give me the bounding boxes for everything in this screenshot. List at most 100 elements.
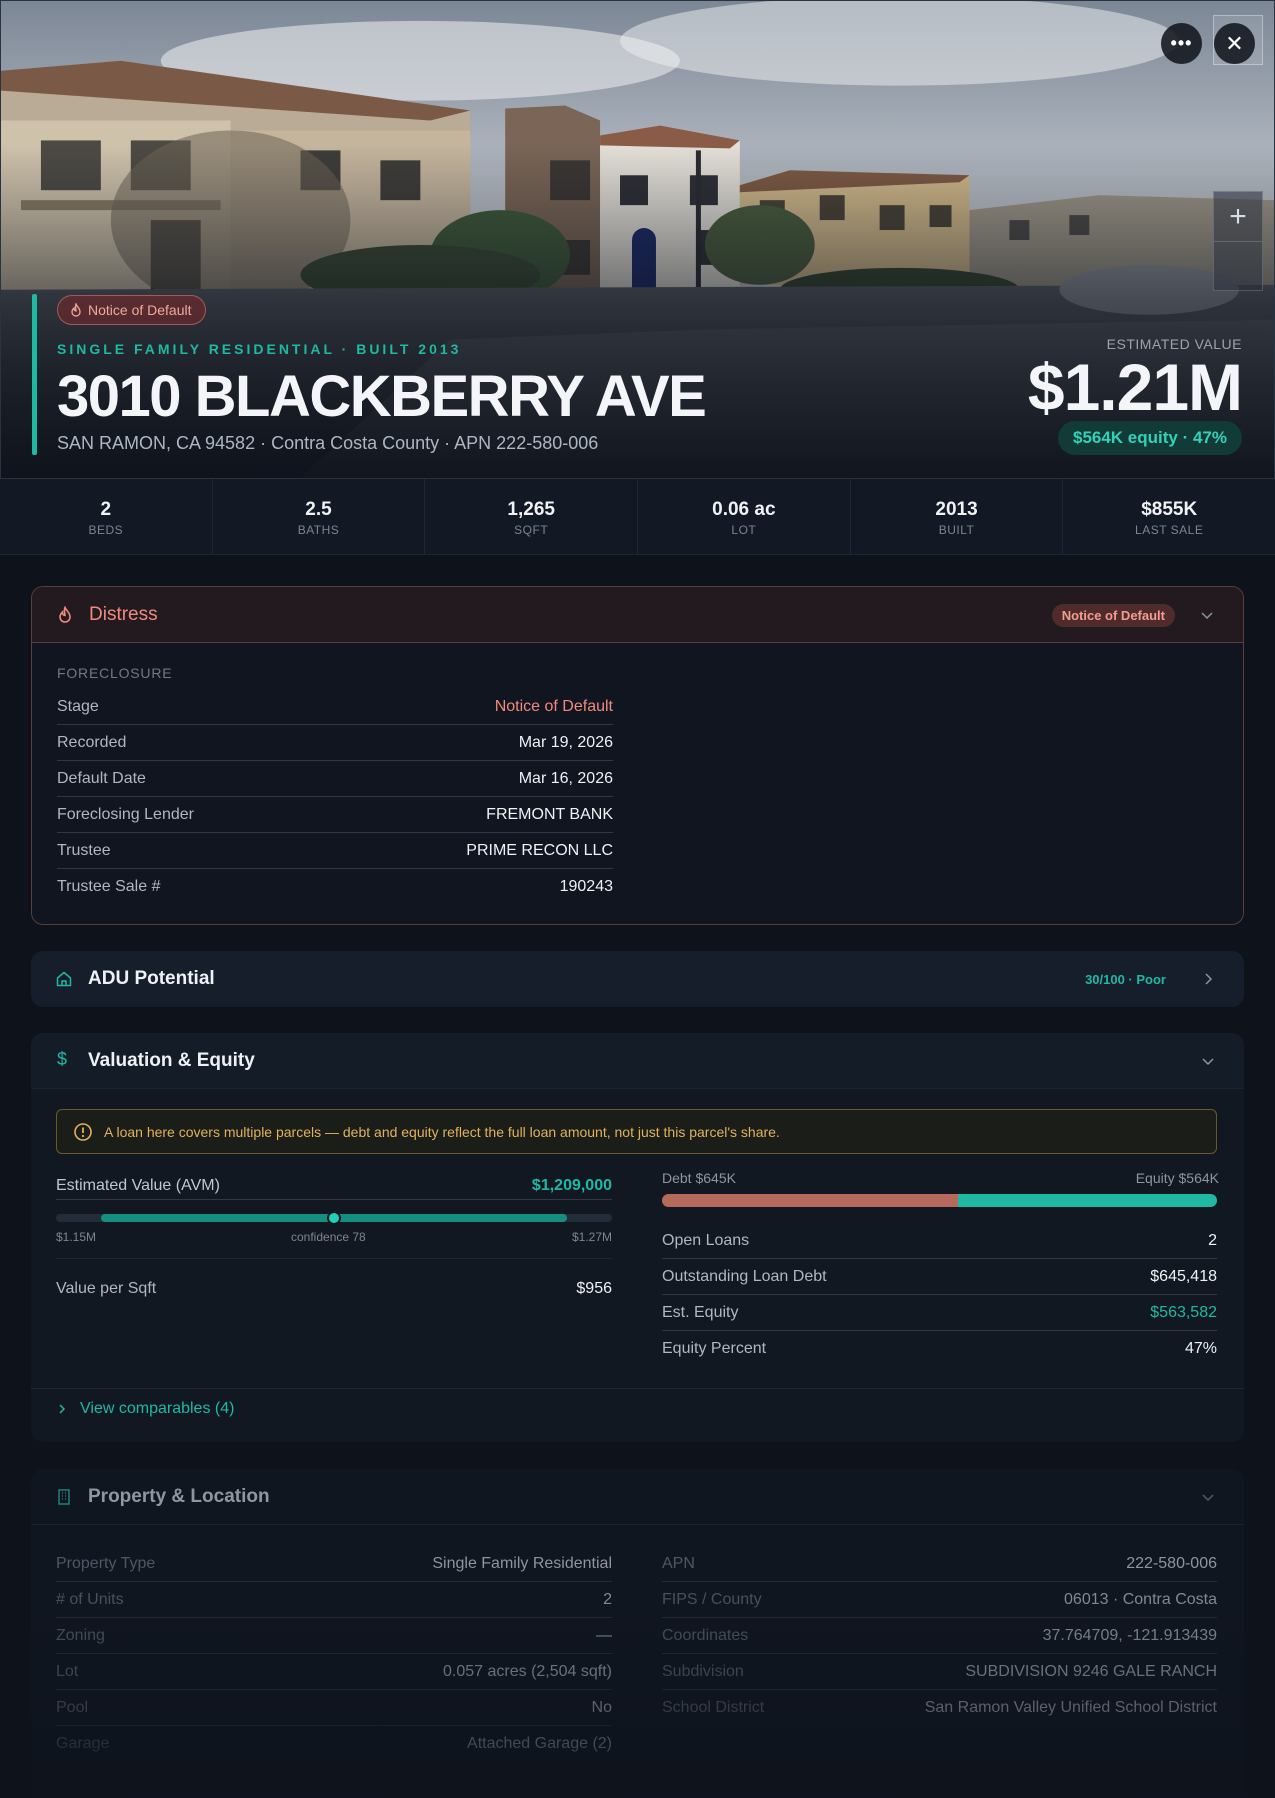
stat-last-sale: $855K LAST SALE bbox=[1063, 479, 1275, 554]
row-value: $563,582 bbox=[1150, 1303, 1217, 1321]
hero-section: ••• ✕ + Notice of Default SINGLE FAMILY … bbox=[0, 0, 1275, 479]
row-value: PRIME RECON LLC bbox=[466, 841, 613, 859]
row-key: Garage bbox=[56, 1735, 110, 1752]
debt-equity-bar bbox=[662, 1194, 1217, 1207]
more-options-button[interactable]: ••• bbox=[1161, 23, 1202, 64]
row-value: $956 bbox=[576, 1280, 612, 1297]
prop-row-pool: Pool No bbox=[56, 1690, 612, 1726]
prop-row-type: Property Type Single Family Residential bbox=[56, 1546, 612, 1582]
row-value: 0.057 acres (2,504 sqft) bbox=[443, 1662, 612, 1680]
distress-row-trustee: Trustee PRIME RECON LLC bbox=[57, 833, 613, 869]
loan-debt-row: Outstanding Loan Debt $645,418 bbox=[662, 1259, 1217, 1295]
distress-row-default-date: Default Date Mar 16, 2026 bbox=[57, 761, 613, 797]
divider bbox=[31, 1388, 1244, 1389]
prop-row-subdivision: Subdivision SUBDIVISION 9246 GALE RANCH bbox=[662, 1654, 1217, 1690]
distress-row-lender: Foreclosing Lender FREMONT BANK bbox=[57, 797, 613, 833]
close-button[interactable]: ✕ bbox=[1214, 23, 1255, 64]
zoom-out-button[interactable] bbox=[1214, 243, 1262, 291]
row-key: Value per Sqft bbox=[56, 1280, 157, 1297]
distress-row-stage: Stage Notice of Default bbox=[57, 689, 613, 725]
chevron-down-icon[interactable] bbox=[1199, 607, 1215, 623]
distress-row-sale-number: Trustee Sale # 190243 bbox=[57, 869, 613, 905]
estimated-value: $1.21M bbox=[1027, 350, 1243, 424]
prop-row-garage: Garage Attached Garage (2) bbox=[56, 1726, 612, 1762]
equity-label: Equity $564K bbox=[1135, 1170, 1219, 1186]
valuation-header[interactable]: $ Valuation & Equity bbox=[31, 1033, 1244, 1089]
multi-parcel-alert: A loan here covers multiple parcels — de… bbox=[56, 1109, 1217, 1154]
avm-range-track bbox=[56, 1211, 612, 1225]
equity-segment bbox=[958, 1194, 1217, 1207]
row-value: 222-580-006 bbox=[1126, 1554, 1217, 1572]
distress-card: Distress Notice of Default FORECLOSURE S… bbox=[31, 586, 1244, 925]
row-key: School District bbox=[662, 1699, 765, 1716]
row-value: 37.764709, -121.913439 bbox=[1042, 1626, 1217, 1644]
dollar-icon: $ bbox=[57, 1049, 68, 1069]
distress-header[interactable]: Distress Notice of Default bbox=[32, 587, 1243, 643]
stat-label: BUILT bbox=[938, 523, 975, 537]
row-key: Equity Percent bbox=[662, 1340, 767, 1357]
stat-label: BEDS bbox=[88, 523, 124, 537]
prop-row-zoning: Zoning — bbox=[56, 1618, 612, 1654]
stat-label: LAST SALE bbox=[1135, 523, 1204, 537]
row-value: Attached Garage (2) bbox=[467, 1735, 612, 1752]
home-icon bbox=[56, 971, 72, 987]
stat-value: 0.06 ac bbox=[712, 499, 776, 520]
chevron-right-icon bbox=[59, 1404, 66, 1414]
hero-accent-bar bbox=[32, 294, 37, 455]
row-key: Outstanding Loan Debt bbox=[662, 1267, 827, 1285]
chevron-down-icon[interactable] bbox=[1200, 1053, 1216, 1069]
row-key: Lot bbox=[56, 1662, 79, 1680]
building-icon bbox=[58, 1489, 70, 1505]
stat-beds: 2 BEDS bbox=[0, 479, 213, 554]
more-horizontal-icon: ••• bbox=[1170, 33, 1193, 53]
distress-status-badge: Notice of Default bbox=[1051, 604, 1175, 627]
chevron-right-icon[interactable] bbox=[1200, 971, 1216, 987]
row-key: Recorded bbox=[57, 733, 127, 751]
stat-sqft: 1,265 SQFT bbox=[425, 479, 639, 554]
plus-icon: + bbox=[1229, 199, 1247, 233]
row-value: Mar 19, 2026 bbox=[518, 733, 613, 751]
row-key: Trustee bbox=[57, 841, 111, 859]
view-comparables-link[interactable]: View comparables (4) bbox=[56, 1400, 234, 1418]
distress-title: Distress bbox=[89, 603, 158, 625]
avm-row: Estimated Value (AVM) $1,209,000 bbox=[56, 1172, 612, 1200]
row-value: SUBDIVISION 9246 GALE RANCH bbox=[965, 1662, 1217, 1680]
divider bbox=[56, 1258, 612, 1259]
row-value: 190243 bbox=[559, 878, 613, 895]
row-value: Mar 16, 2026 bbox=[518, 769, 613, 787]
prop-row-school-district: School District San Ramon Valley Unified… bbox=[662, 1690, 1217, 1726]
stat-label: LOT bbox=[731, 523, 757, 537]
debt-label: Debt $645K bbox=[662, 1170, 736, 1186]
row-value: No bbox=[591, 1698, 612, 1716]
adu-header[interactable]: ADU Potential 30/100 · Poor bbox=[31, 951, 1244, 1007]
distress-row-recorded: Recorded Mar 19, 2026 bbox=[57, 725, 613, 761]
row-key: Foreclosing Lender bbox=[57, 805, 194, 823]
property-location-card: Property & Location Property Type Single… bbox=[31, 1469, 1244, 1798]
row-key: FIPS / County bbox=[662, 1590, 762, 1608]
property-header[interactable]: Property & Location bbox=[31, 1469, 1244, 1525]
zoom-in-button[interactable]: + bbox=[1214, 192, 1262, 242]
row-key: Stage bbox=[57, 697, 99, 715]
valuation-title: Valuation & Equity bbox=[88, 1049, 255, 1071]
stat-lot: 0.06 ac LOT bbox=[638, 479, 851, 554]
stat-value: 1,265 bbox=[507, 499, 555, 520]
value-per-sqft-row: Value per Sqft $956 bbox=[56, 1271, 612, 1307]
row-value: 2 bbox=[1208, 1231, 1217, 1249]
avm-value: $1,209,000 bbox=[531, 1176, 612, 1194]
row-key: Pool bbox=[56, 1698, 89, 1716]
prop-row-coordinates: Coordinates 37.764709, -121.913439 bbox=[662, 1618, 1217, 1654]
alert-text: A loan here covers multiple parcels — de… bbox=[104, 1123, 780, 1140]
row-value: San Ramon Valley Unified School District bbox=[924, 1699, 1217, 1716]
confidence-label: confidence 78 bbox=[291, 1230, 366, 1244]
row-key: Property Type bbox=[56, 1554, 156, 1572]
chevron-down-icon[interactable] bbox=[1200, 1489, 1216, 1505]
stat-built: 2013 BUILT bbox=[851, 479, 1064, 554]
equity-pill: $564K equity · 47% bbox=[1057, 421, 1242, 455]
adu-potential-card[interactable]: ADU Potential 30/100 · Poor bbox=[31, 951, 1244, 1007]
view-comparables-label: View comparables (4) bbox=[80, 1400, 235, 1417]
stat-value: 2013 bbox=[935, 499, 978, 520]
flame-icon bbox=[71, 303, 81, 317]
row-value: 47% bbox=[1184, 1340, 1217, 1357]
hero-status-badge-label: Notice of Default bbox=[88, 302, 192, 318]
row-key: # of Units bbox=[56, 1590, 124, 1608]
